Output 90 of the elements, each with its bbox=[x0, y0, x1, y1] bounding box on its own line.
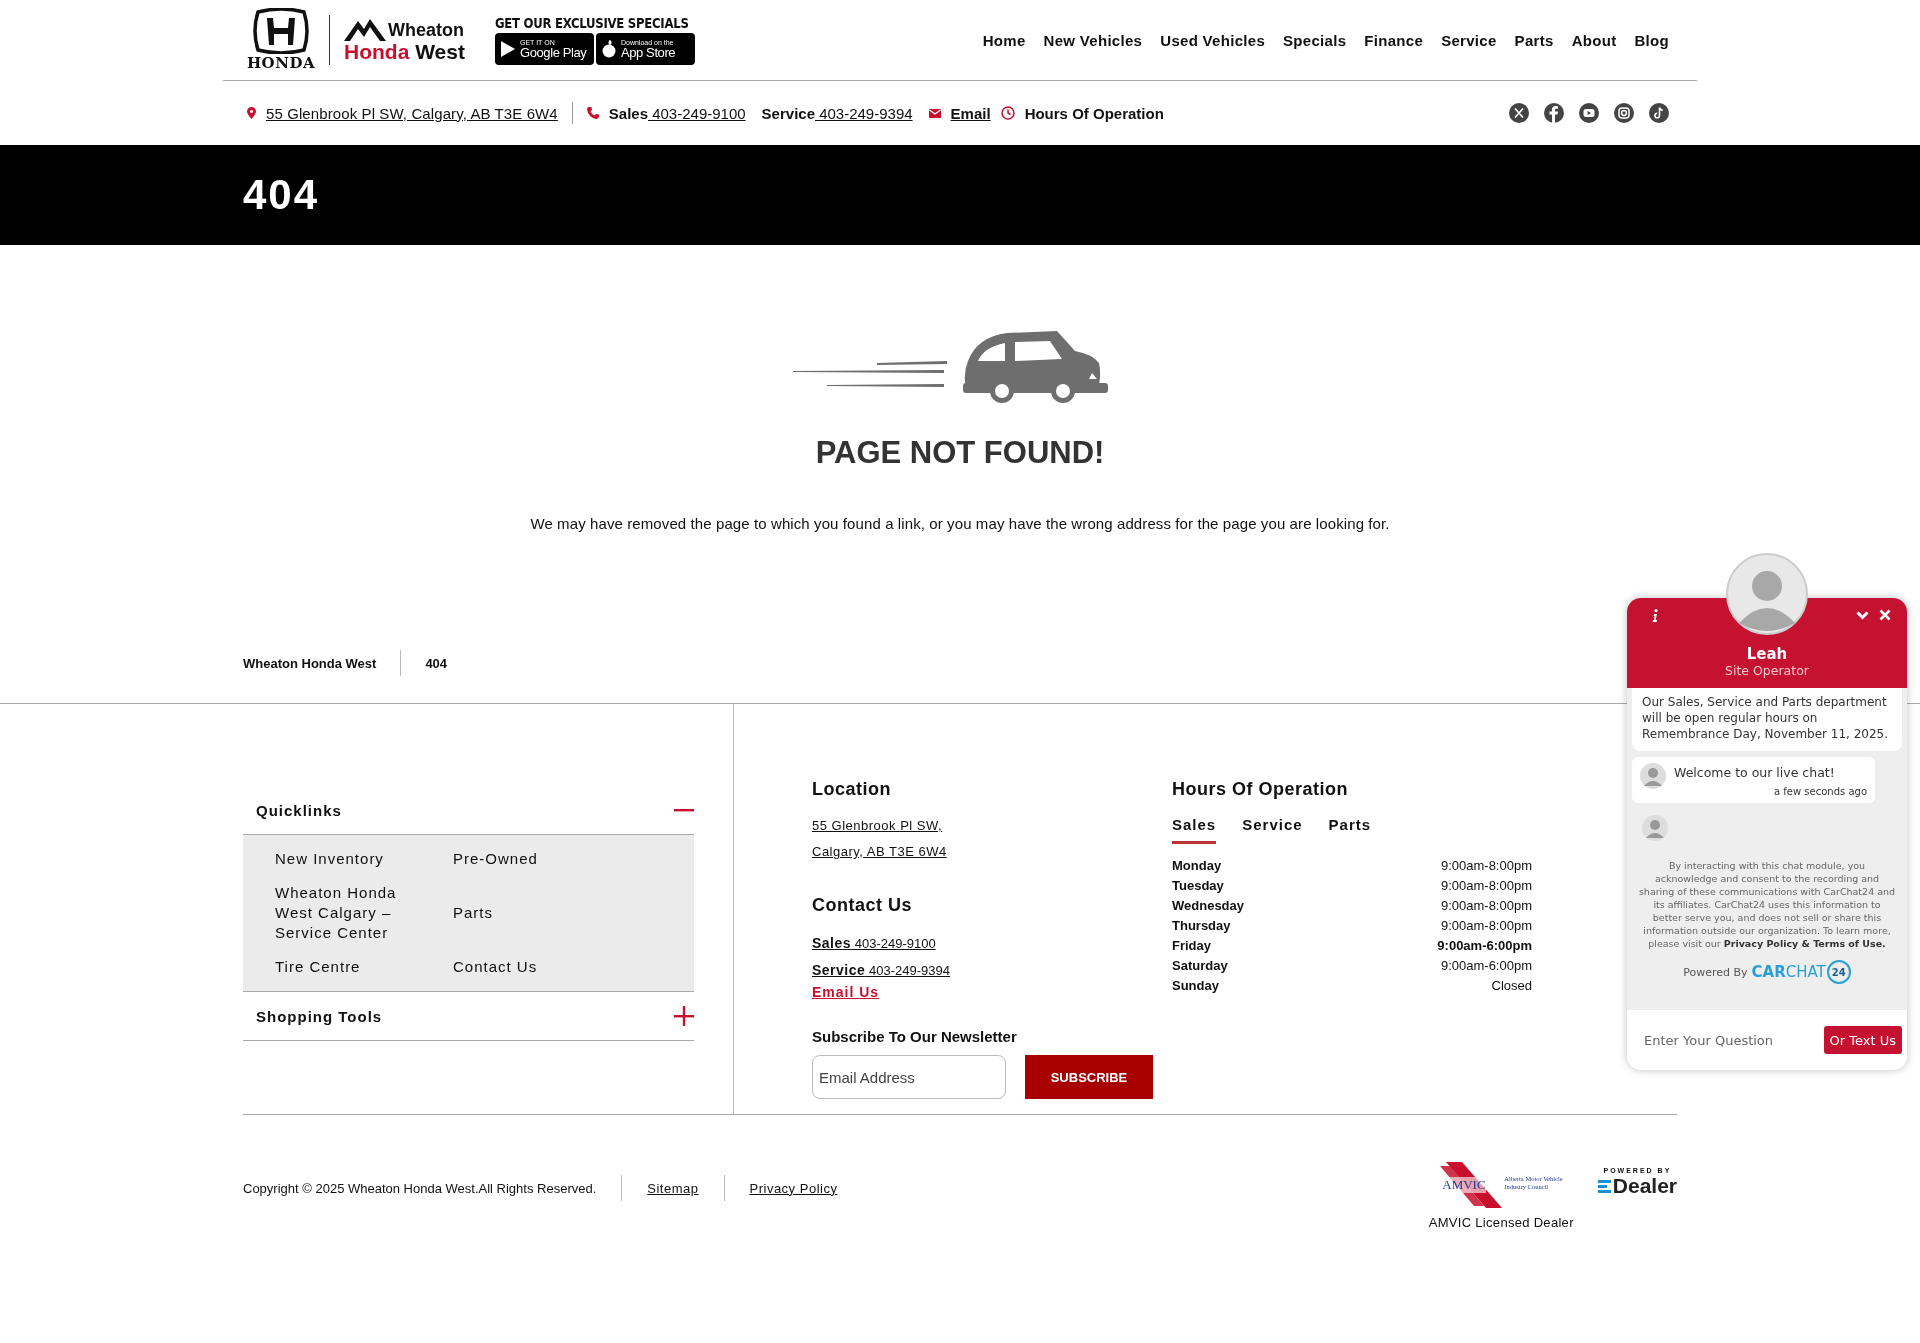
hours-link[interactable]: Hours Of Operation bbox=[1024, 104, 1164, 122]
contact-heading: Contact Us bbox=[812, 895, 912, 916]
error-heading: PAGE NOT FOUND! bbox=[815, 435, 1105, 471]
chat-notice: Our Sales, Service and Parts department will be open regular hours on Remembrance Day, November 11, 2025. bbox=[1632, 688, 1902, 751]
day-label: Friday bbox=[1172, 937, 1211, 955]
location-heading: Location bbox=[812, 779, 891, 800]
powered-by-label: Powered By bbox=[1683, 965, 1748, 979]
agent-role: Site Operator bbox=[1725, 663, 1809, 678]
footer-link[interactable]: Privacy Policy bbox=[749, 1180, 838, 1196]
phone-icon bbox=[586, 107, 599, 119]
address-link[interactable]: 55 Glenbrook Pl SW, Calgary, AB T3E 6W4 bbox=[266, 104, 558, 122]
map-pin-icon bbox=[247, 107, 256, 119]
day-label: Saturday bbox=[1172, 957, 1228, 975]
address-link[interactable]: 55 Glenbrook Pl SW, Calgary, AB T3E 6W4 bbox=[812, 813, 947, 865]
footer-link[interactable]: Sitemap bbox=[647, 1180, 699, 1196]
phone-link[interactable]: Sales 403-249-9100 bbox=[608, 104, 746, 122]
instagram-icon[interactable] bbox=[1614, 103, 1634, 123]
hours-tab[interactable]: Parts bbox=[1328, 816, 1372, 844]
clock-icon bbox=[1000, 106, 1015, 120]
error-message: We may have removed the page to which you found a link, or you may have the wrong address for the page you are looking for. bbox=[530, 515, 1390, 532]
honda-h-icon bbox=[252, 8, 310, 54]
amvic-caption: AMVIC Licensed Dealer bbox=[1428, 1215, 1574, 1230]
play-store-icon bbox=[499, 40, 516, 58]
breadcrumb[interactable]: Wheaton Honda West bbox=[243, 655, 377, 671]
hours-time: 9:00am-8:00pm bbox=[1440, 897, 1532, 915]
day-label: Tuesday bbox=[1172, 877, 1224, 895]
day-label: Sunday bbox=[1172, 977, 1219, 995]
facebook-icon[interactable] bbox=[1544, 103, 1564, 123]
info-icon[interactable] bbox=[1652, 609, 1658, 622]
subscribe-button[interactable]: SUBSCRIBE bbox=[1025, 1055, 1153, 1099]
nav-link[interactable]: Blog bbox=[1634, 31, 1669, 49]
copyright: Copyright © 2025 Wheaton Honda West.All Rights Reserved. bbox=[243, 1180, 597, 1196]
quick-link[interactable]: Wheaton Honda West Calgary – Service Center bbox=[275, 883, 405, 943]
phone-link[interactable]: Sales 403-249-9100 bbox=[812, 930, 936, 957]
hours-tab[interactable]: Service bbox=[1242, 816, 1303, 844]
chat-message: Welcome to our live chat! bbox=[1674, 765, 1836, 780]
minus-icon bbox=[674, 808, 694, 812]
nav-link[interactable]: Service bbox=[1441, 31, 1497, 49]
avatar bbox=[1642, 815, 1668, 841]
hours-time: 9:00am-8:00pm bbox=[1440, 877, 1532, 895]
chat-disclaimer: By interacting with this chat module, you acknowledge and consent to the recording and sharing of these communications with CarChat24 and its affiliates. CarChat24 uses this information to better serve you, and does not sell or share this information outside our organization. To learn more, please visit our Privacy Policy & Terms of Use. bbox=[1638, 859, 1896, 950]
day-label: Thursday bbox=[1172, 917, 1231, 935]
accordion-header[interactable]: Shopping Tools bbox=[243, 992, 694, 1040]
agent-name: Leah bbox=[1746, 645, 1788, 663]
nav-link[interactable]: Home bbox=[982, 31, 1026, 49]
hours-time: 9:00am-6:00pm bbox=[1437, 937, 1532, 955]
day-label: Wednesday bbox=[1172, 897, 1244, 915]
quick-link[interactable]: Contact Us bbox=[453, 957, 583, 977]
close-icon[interactable] bbox=[1879, 609, 1891, 621]
breadcrumb[interactable]: 404 bbox=[425, 655, 448, 671]
nav-link[interactable]: About bbox=[1571, 31, 1617, 49]
tiktok-icon[interactable] bbox=[1649, 103, 1669, 123]
minimize-icon[interactable] bbox=[1856, 610, 1869, 620]
nav-link[interactable]: Used Vehicles bbox=[1160, 31, 1266, 49]
accordion-header[interactable]: Quicklinks bbox=[243, 786, 694, 834]
dealer-wordmark: Honda West bbox=[344, 41, 465, 63]
phone-link[interactable]: Service 403-249-9394 bbox=[761, 104, 913, 122]
newsletter-heading: Subscribe To Our Newsletter bbox=[812, 1028, 1017, 1045]
dealer-wordmark-top: Wheaton bbox=[388, 20, 464, 41]
x-social-icon[interactable] bbox=[1509, 103, 1529, 123]
plus-icon bbox=[674, 1006, 694, 1026]
mail-icon bbox=[928, 108, 941, 118]
hours-heading: Hours Of Operation bbox=[1172, 779, 1349, 800]
honda-wordmark: HONDA bbox=[246, 54, 316, 72]
text-us-button[interactable]: Or Text Us bbox=[1823, 1026, 1902, 1054]
youtube-icon[interactable] bbox=[1579, 103, 1599, 123]
email-link[interactable]: Email bbox=[950, 104, 991, 122]
hours-time: 9:00am-8:00pm bbox=[1440, 857, 1532, 875]
promo-title: GET OUR EXCLUSIVE SPECIALS bbox=[494, 15, 689, 31]
nav-link[interactable]: New Vehicles bbox=[1043, 31, 1143, 49]
page-title: 404 bbox=[243, 171, 321, 219]
avatar bbox=[1640, 763, 1666, 789]
email-link[interactable]: Email Us bbox=[812, 984, 880, 1000]
hours-time: 9:00am-6:00pm bbox=[1440, 957, 1532, 975]
day-label: Monday bbox=[1172, 857, 1222, 875]
hours-time: Closed bbox=[1491, 977, 1532, 995]
mountain-icon bbox=[344, 17, 386, 41]
quick-link[interactable]: Parts bbox=[453, 903, 583, 923]
hours-time: 9:00am-8:00pm bbox=[1440, 917, 1532, 935]
hours-tab[interactable]: Sales bbox=[1172, 816, 1217, 844]
nav-link[interactable]: Specials bbox=[1283, 31, 1347, 49]
quick-link[interactable]: Pre-Owned bbox=[453, 849, 583, 869]
carchat-logo: CARCHAT 24 bbox=[1751, 960, 1851, 984]
message-time: a few seconds ago bbox=[1774, 786, 1867, 797]
quick-link[interactable]: New Inventory bbox=[275, 849, 405, 869]
nav-link[interactable]: Finance bbox=[1364, 31, 1424, 49]
quick-link[interactable]: Tire Centre bbox=[275, 957, 405, 977]
phone-link[interactable]: Service 403-249-9394 bbox=[812, 957, 950, 984]
email-field[interactable]: Email Address bbox=[812, 1055, 1006, 1099]
nav-link[interactable]: Parts bbox=[1514, 31, 1554, 49]
